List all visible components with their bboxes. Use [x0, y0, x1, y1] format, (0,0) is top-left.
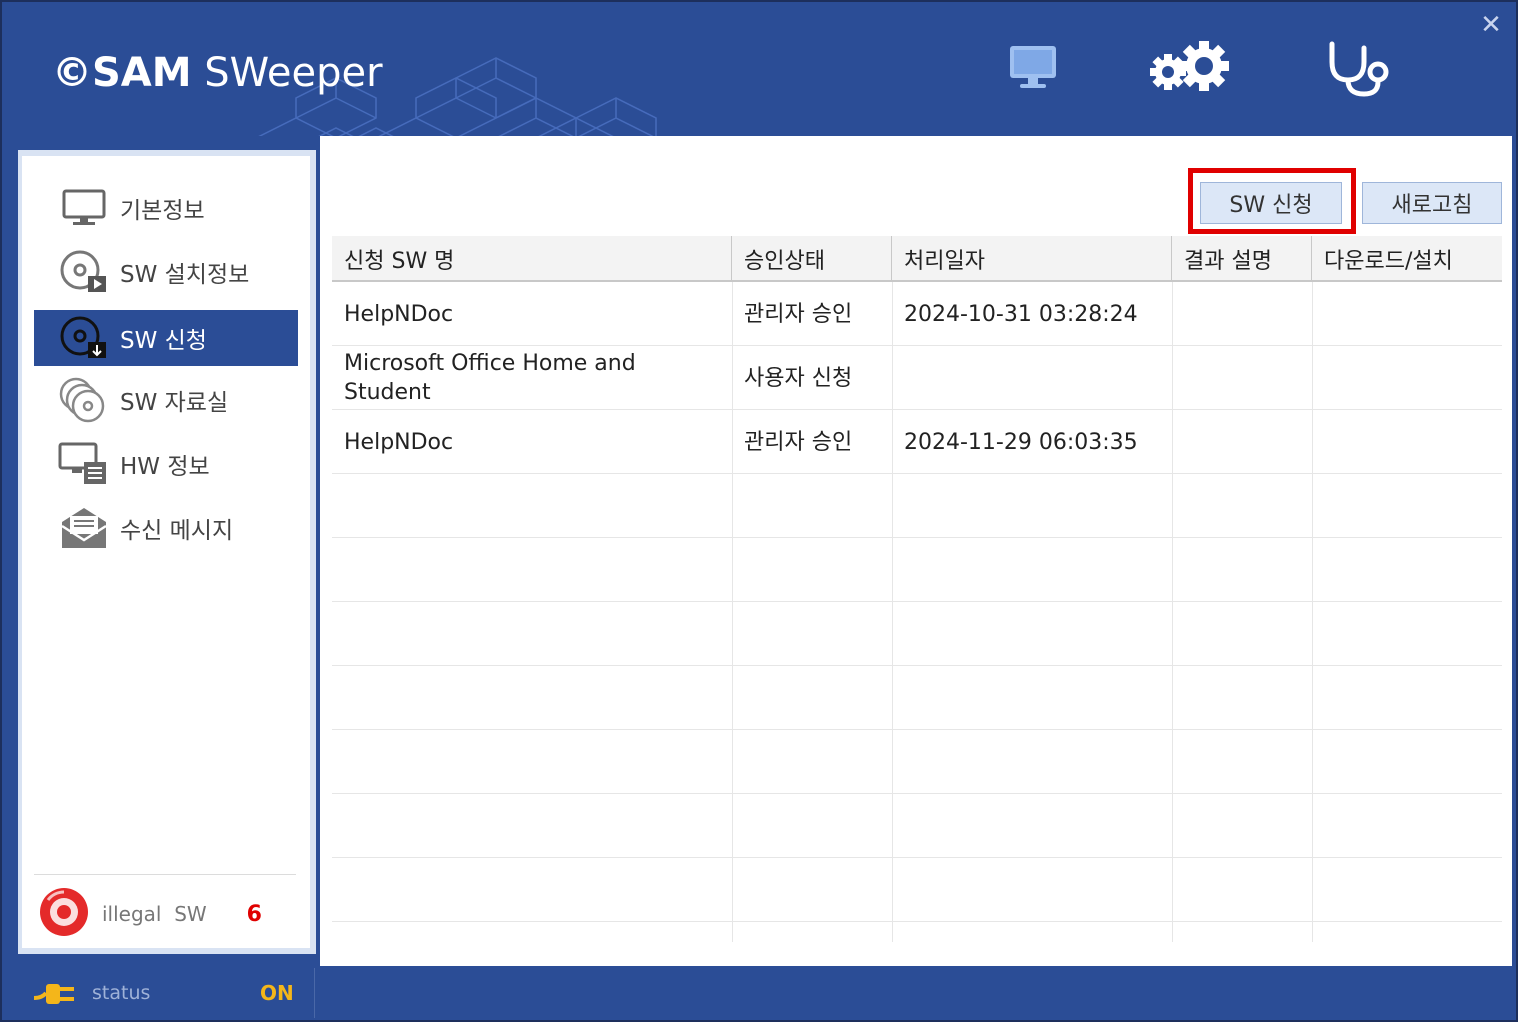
sidebar-item-basic-info[interactable]: 기본정보 [34, 180, 298, 236]
sidebar-item-received-messages[interactable]: 수신 메시지 [34, 500, 298, 556]
gears-icon[interactable] [1146, 38, 1246, 98]
cell-approval-status: 사용자 신청 [744, 365, 853, 391]
app-header: ©SAM SWeeper ✕ [6, 6, 1514, 136]
sidebar-item-sw-install-info[interactable]: SW 설치정보 [34, 244, 298, 300]
empty-row [332, 858, 1502, 922]
sidebar-divider [34, 874, 296, 875]
plug-icon [32, 978, 82, 1012]
illegal-sw-label: illegal SW [102, 902, 207, 926]
logo-product: SWeeper [191, 50, 383, 96]
sidebar-item-sw-library[interactable]: SW 자료실 [34, 372, 298, 428]
empty-row [332, 666, 1502, 730]
app-window: ©SAM SWeeper ✕ 기본정보 SW 설치정보 SW 신청 SW 자료실… [0, 0, 1518, 1022]
discs-stack-icon [56, 376, 112, 424]
empty-row [332, 730, 1502, 794]
stethoscope-icon[interactable] [1318, 38, 1398, 98]
cell-approval-status: 관리자 승인 [744, 301, 853, 327]
refresh-button[interactable]: 새로고침 [1362, 182, 1502, 224]
empty-row [332, 794, 1502, 858]
empty-row [332, 538, 1502, 602]
cell-sw-name: Microsoft Office Home and Student [344, 351, 636, 405]
disc-play-icon [56, 248, 112, 296]
cell-approval-status: 관리자 승인 [744, 429, 853, 455]
sidebar-item-label: SW 신청 [120, 328, 207, 354]
red-disc-icon [38, 886, 90, 942]
illegal-sw-count: 6 [246, 901, 262, 927]
table-row[interactable]: HelpNDoc 관리자 승인 2024-10-31 03:28:24 [332, 282, 1502, 346]
highlight-box [1188, 168, 1356, 234]
sidebar-item-hw-info[interactable]: HW 정보 [34, 436, 298, 492]
app-logo: ©SAM SWeeper [52, 50, 383, 96]
cell-sw-name: HelpNDoc [344, 429, 454, 455]
envelope-icon [56, 504, 112, 552]
illegal-sw-indicator[interactable]: illegal SW 6 [38, 886, 298, 942]
cell-processed-date: 2024-11-29 06:03:35 [904, 429, 1138, 455]
computer-list-icon [56, 440, 112, 488]
cell-sw-name: HelpNDoc [344, 301, 454, 327]
close-icon[interactable]: ✕ [1476, 10, 1506, 40]
status-label: status [92, 982, 151, 1004]
empty-row [332, 474, 1502, 538]
disc-download-icon [56, 314, 112, 362]
table-row[interactable]: Microsoft Office Home and Student 사용자 신청 [332, 346, 1502, 410]
table-row[interactable]: HelpNDoc 관리자 승인 2024-11-29 06:03:35 [332, 410, 1502, 474]
status-divider [314, 968, 315, 1018]
cell-processed-date: 2024-10-31 03:28:24 [904, 301, 1138, 327]
monitor-icon[interactable] [1002, 42, 1066, 102]
sidebar-item-label: 수신 메시지 [120, 518, 234, 544]
sidebar-item-sw-request[interactable]: SW 신청 [34, 310, 298, 366]
column-header-download-install[interactable]: 다운로드/설치 [1312, 236, 1502, 282]
column-header-result[interactable]: 결과 설명 [1172, 236, 1312, 282]
column-header-sw-name[interactable]: 신청 SW 명 [332, 236, 732, 282]
sidebar: 기본정보 SW 설치정보 SW 신청 SW 자료실 HW 정보 수신 메시지 i… [22, 156, 310, 948]
monitor-icon [56, 184, 112, 232]
status-value: ON [260, 981, 294, 1005]
column-header-approval-status[interactable]: 승인상태 [732, 236, 892, 282]
cell-processed-date [892, 346, 1172, 410]
sidebar-item-label: SW 자료실 [120, 390, 229, 416]
table-header: 신청 SW 명 승인상태 처리일자 결과 설명 다운로드/설치 [332, 236, 1502, 282]
column-header-processed-date[interactable]: 처리일자 [892, 236, 1172, 282]
sidebar-item-label: 기본정보 [120, 198, 205, 224]
main-panel: SW 신청 새로고침 신청 SW 명 승인상태 처리일자 결과 설명 다운로드/… [320, 136, 1512, 966]
logo-brand: ©SAM [52, 50, 192, 96]
empty-row [332, 602, 1502, 666]
status-bar: status ON [6, 968, 1514, 1018]
sidebar-item-label: HW 정보 [120, 454, 210, 480]
sidebar-item-label: SW 설치정보 [120, 262, 250, 288]
